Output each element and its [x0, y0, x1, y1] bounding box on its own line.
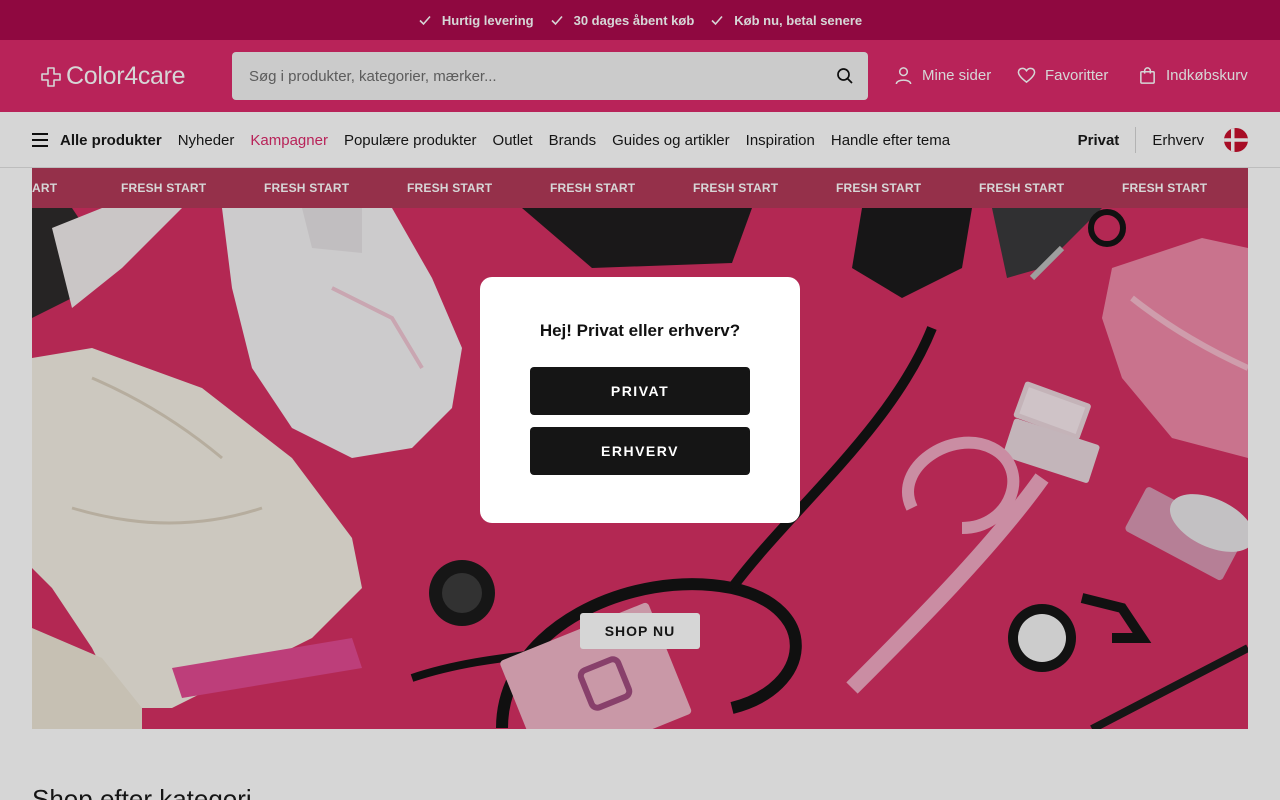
business-button[interactable]: ERHVERV: [530, 427, 750, 475]
private-button[interactable]: PRIVAT: [530, 367, 750, 415]
customer-type-modal: Hej! Privat eller erhverv? PRIVAT ERHVER…: [480, 277, 800, 523]
modal-question: Hej! Privat eller erhverv?: [539, 321, 741, 340]
